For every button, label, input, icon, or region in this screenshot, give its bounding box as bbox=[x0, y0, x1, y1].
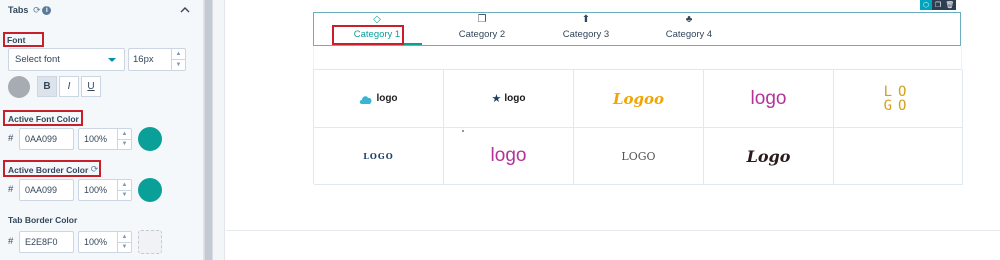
settings-panel: Tabs ⟳ i Font Select font 16px ▲ ▼ B I U… bbox=[0, 0, 204, 260]
settings-cube-icon[interactable]: ⬡ bbox=[920, 0, 932, 10]
tab-border-color-opacity-input[interactable]: 100% ▲ ▼ bbox=[78, 231, 132, 253]
bold-button[interactable]: B bbox=[37, 76, 57, 97]
copy-icon: ❐ bbox=[477, 14, 487, 25]
stepper-up-icon[interactable]: ▲ bbox=[118, 232, 131, 242]
font-size-stepper[interactable]: ▲ ▼ bbox=[171, 49, 185, 70]
tab-label: Category 2 bbox=[458, 29, 506, 40]
active-font-color-label: Active Font Color bbox=[8, 114, 79, 124]
stepper-down-icon[interactable]: ▼ bbox=[172, 59, 185, 70]
logo-cell: LOGO bbox=[314, 128, 444, 185]
tab-border-color-hex-value: E2E8F0 bbox=[25, 237, 58, 247]
trash-icon[interactable]: 🗑 bbox=[944, 0, 956, 10]
logo-text: LOGO bbox=[621, 149, 656, 163]
stepper-up-icon[interactable]: ▲ bbox=[118, 180, 131, 190]
italic-button[interactable]: I bbox=[59, 76, 79, 97]
logo-text: logo bbox=[750, 87, 787, 109]
canvas-gutter bbox=[213, 0, 225, 260]
tab-label: Category 3 bbox=[562, 29, 610, 40]
active-border-color-swatch[interactable] bbox=[138, 178, 162, 202]
sync-icon[interactable]: ⟳ bbox=[32, 5, 41, 15]
canvas-divider bbox=[226, 230, 1000, 231]
font-select-value: Select font bbox=[15, 54, 60, 65]
font-size-value: 16px bbox=[133, 54, 154, 65]
stepper-down-icon[interactable]: ▼ bbox=[118, 138, 131, 150]
logo-text: logo bbox=[376, 93, 398, 104]
logo-text: LOGO bbox=[363, 151, 394, 161]
info-icon[interactable]: i bbox=[42, 5, 52, 15]
dragon-icon: ♣ bbox=[685, 14, 693, 25]
stray-dot bbox=[462, 130, 464, 132]
logo-cell: logo bbox=[444, 128, 574, 185]
active-font-color-opacity-input[interactable]: 100% ▲ ▼ bbox=[78, 128, 132, 150]
logo-text: logo bbox=[490, 145, 527, 166]
stepper-up-icon[interactable]: ▲ bbox=[172, 49, 185, 59]
logo-cell: ★ logo bbox=[444, 70, 574, 128]
logo-cell-empty bbox=[834, 128, 963, 185]
tab-category-4[interactable]: ♣ Category 4 bbox=[639, 13, 739, 45]
star-icon: ★ bbox=[491, 93, 502, 105]
panel-header[interactable]: Tabs ⟳ i bbox=[0, 0, 204, 20]
cloud-icon bbox=[360, 95, 372, 104]
active-font-color-hex-input[interactable]: 0AA099 bbox=[19, 128, 74, 150]
logo-cell: LOGO bbox=[574, 128, 704, 185]
highlight-active-tab bbox=[332, 25, 404, 45]
opacity-stepper[interactable]: ▲ ▼ bbox=[117, 232, 131, 252]
hash-symbol: # bbox=[8, 236, 14, 247]
tabs-module: ◇ Category 1 ❐ Category 2 ⬆ Category 3 ♣… bbox=[313, 12, 961, 46]
active-border-color-opacity-value: 100% bbox=[84, 185, 108, 195]
logo-text: Logoo bbox=[612, 89, 665, 108]
logo-cell: logo bbox=[704, 70, 834, 128]
arrow-up-circle-icon: ⬆ bbox=[581, 14, 591, 25]
hash-symbol: # bbox=[8, 184, 14, 195]
tab-category-3[interactable]: ⬆ Category 3 bbox=[536, 13, 636, 45]
font-size-input[interactable]: 16px ▲ ▼ bbox=[128, 48, 186, 71]
sync-icon[interactable]: ⟳ bbox=[90, 165, 99, 174]
underline-button[interactable]: U bbox=[81, 76, 101, 97]
opacity-stepper[interactable]: ▲ ▼ bbox=[117, 180, 131, 200]
tab-border-color-opacity-value: 100% bbox=[84, 237, 108, 247]
logo-text: LOGO bbox=[883, 83, 913, 114]
opacity-stepper[interactable]: ▲ ▼ bbox=[117, 129, 131, 149]
active-border-color-opacity-input[interactable]: 100% ▲ ▼ bbox=[78, 179, 132, 201]
scrollbar-thumb[interactable] bbox=[205, 0, 212, 260]
logo-text: logo bbox=[504, 93, 526, 104]
logo-cell: LOGO bbox=[834, 70, 963, 128]
font-select[interactable]: Select font bbox=[8, 48, 125, 71]
tab-border-color-hex-input[interactable]: E2E8F0 bbox=[19, 231, 74, 253]
stepper-down-icon[interactable]: ▼ bbox=[118, 189, 131, 201]
logo-text: Logo bbox=[746, 146, 791, 166]
active-font-color-swatch[interactable] bbox=[138, 127, 162, 151]
font-color-swatch[interactable] bbox=[8, 76, 30, 98]
active-font-color-hex-value: 0AA099 bbox=[25, 134, 58, 144]
logo-grid: logo ★ logo Logoo logo LOGO LOGO logo LO… bbox=[313, 69, 963, 185]
active-border-color-hex-value: 0AA099 bbox=[25, 185, 58, 195]
chevron-up-icon[interactable] bbox=[178, 3, 192, 17]
duplicate-icon[interactable]: ❐ bbox=[932, 0, 944, 10]
tab-label: Category 4 bbox=[665, 29, 713, 40]
hash-symbol: # bbox=[8, 133, 14, 144]
font-label: Font bbox=[7, 35, 26, 45]
logo-cell: Logo bbox=[704, 128, 834, 185]
tab-border-color-swatch[interactable] bbox=[138, 230, 162, 254]
stepper-down-icon[interactable]: ▼ bbox=[118, 241, 131, 253]
tab-border-color-label: Tab Border Color bbox=[8, 215, 78, 225]
active-border-color-label: Active Border Color bbox=[8, 165, 89, 175]
module-toolbar: ⬡ ❐ 🗑 bbox=[920, 0, 956, 10]
active-font-color-opacity-value: 100% bbox=[84, 134, 108, 144]
active-border-color-hex-input[interactable]: 0AA099 bbox=[19, 179, 74, 201]
tab-category-2[interactable]: ❐ Category 2 bbox=[432, 13, 532, 45]
caret-down-icon bbox=[108, 58, 116, 62]
logo-cell: Logoo bbox=[574, 70, 704, 128]
stepper-up-icon[interactable]: ▲ bbox=[118, 129, 131, 139]
tab-content-padding bbox=[313, 47, 962, 69]
panel-scrollbar[interactable] bbox=[204, 0, 213, 260]
logo-cell: logo bbox=[314, 70, 444, 128]
panel-title: Tabs bbox=[8, 5, 29, 15]
